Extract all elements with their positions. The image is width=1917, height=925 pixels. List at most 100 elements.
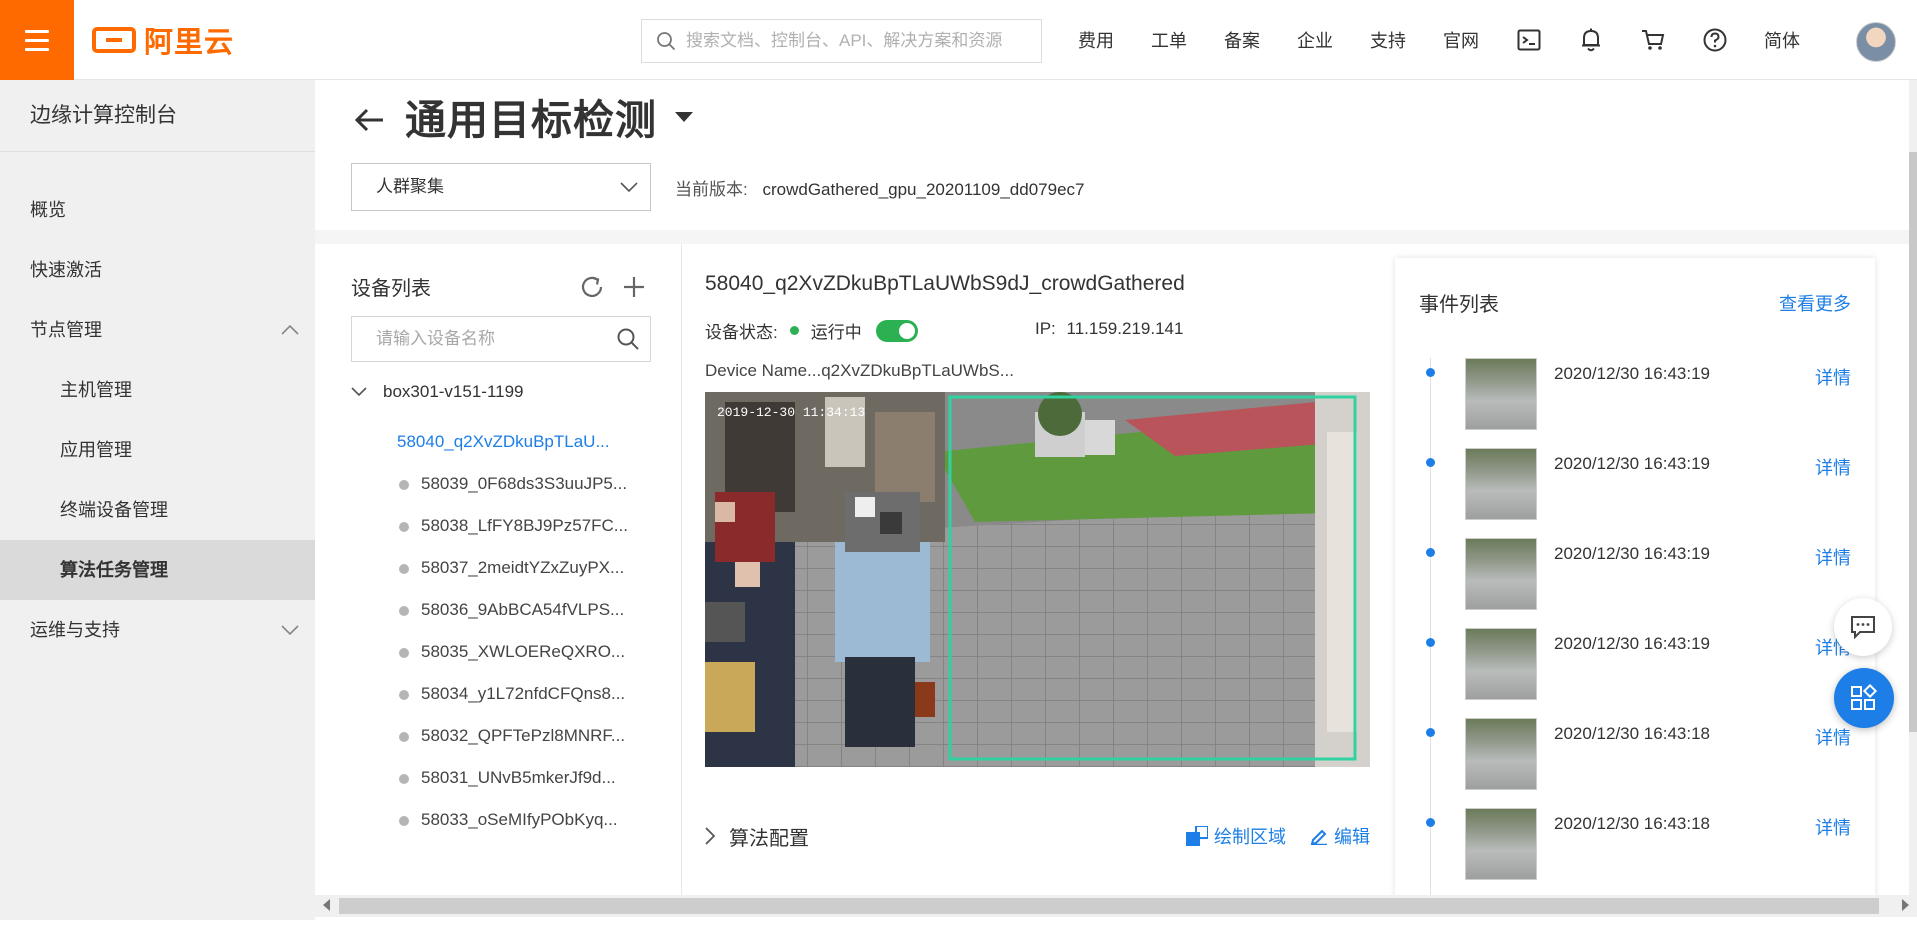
status-dot-icon bbox=[399, 564, 409, 574]
terminal-icon[interactable] bbox=[1516, 27, 1542, 53]
event-thumbnail[interactable] bbox=[1465, 808, 1537, 880]
scroll-right-arrow-icon[interactable] bbox=[1902, 899, 1909, 911]
sidebar-item-node-management[interactable]: 节点管理 bbox=[0, 300, 315, 360]
tree-item[interactable]: 58033_oSeMIfyPObKyq... bbox=[351, 799, 661, 841]
event-list-panel: 事件列表 查看更多 2020/12/30 16:43:19 详情 2020/12… bbox=[1395, 258, 1875, 895]
algorithm-config-label[interactable]: 算法配置 bbox=[729, 822, 809, 851]
back-arrow-icon[interactable] bbox=[351, 102, 387, 138]
nav-support[interactable]: 支持 bbox=[1370, 27, 1406, 53]
chevron-down-icon bbox=[281, 600, 299, 660]
event-list-title: 事件列表 bbox=[1419, 294, 1499, 316]
event-item: 2020/12/30 16:43:19 详情 bbox=[1395, 448, 1875, 520]
event-item: 2020/12/30 16:43:19 详情 bbox=[1395, 628, 1875, 700]
page-title: 通用目标检测 bbox=[405, 97, 657, 143]
global-search-input[interactable] bbox=[686, 31, 1026, 51]
status-dot-icon bbox=[399, 648, 409, 658]
status-dot-icon bbox=[789, 326, 799, 335]
global-search[interactable] bbox=[641, 19, 1042, 63]
sidebar-item-terminal-device-management[interactable]: 终端设备管理 bbox=[0, 480, 315, 540]
top-nav: 费用 工单 备案 企业 支持 官网 简体 bbox=[1078, 0, 1844, 80]
event-thumbnail[interactable] bbox=[1465, 358, 1537, 430]
status-dot-icon bbox=[399, 774, 409, 784]
horizontal-scrollbar[interactable] bbox=[315, 895, 1917, 917]
chevron-down-icon bbox=[620, 164, 638, 210]
device-run-toggle[interactable] bbox=[875, 319, 918, 342]
aliyun-logo[interactable]: 阿里云 bbox=[92, 25, 234, 59]
tree-item[interactable]: 58031_UNvB5mkerJf9d... bbox=[351, 757, 661, 799]
algorithm-config-row: 算法配置 绘制区域 编辑 bbox=[705, 816, 1370, 856]
search-icon bbox=[657, 32, 676, 51]
apps-button[interactable] bbox=[1834, 668, 1894, 728]
tree-item-selected[interactable]: 58040_q2XvZDkuBpTLaU... bbox=[351, 421, 661, 463]
event-thumbnail[interactable] bbox=[1465, 538, 1537, 610]
nav-enterprise[interactable]: 企业 bbox=[1297, 27, 1333, 53]
nav-tickets[interactable]: 工单 bbox=[1151, 27, 1187, 53]
nav-fees[interactable]: 费用 bbox=[1078, 27, 1114, 53]
event-detail-link[interactable]: 详情 bbox=[1815, 814, 1851, 840]
tree-node-box[interactable]: box301-v151-1199 bbox=[351, 382, 524, 402]
tree-item[interactable]: 58034_y1L72nfdCFQns8... bbox=[351, 673, 661, 715]
chevron-up-icon bbox=[281, 300, 299, 360]
algorithm-select[interactable]: 人群聚集 bbox=[351, 163, 651, 211]
draw-region-button[interactable]: 绘制区域 bbox=[1186, 823, 1286, 849]
cart-icon[interactable] bbox=[1640, 27, 1666, 53]
chevron-right-icon[interactable] bbox=[705, 827, 715, 845]
event-thumbnail[interactable] bbox=[1465, 448, 1537, 520]
chevron-down-icon[interactable] bbox=[351, 387, 367, 397]
sidebar-item-algorithm-task-management[interactable]: 算法任务管理 bbox=[0, 540, 315, 600]
logo-text: 阿里云 bbox=[144, 27, 235, 59]
status-dot-icon bbox=[399, 522, 409, 532]
timeline-dot-icon bbox=[1426, 548, 1435, 557]
tree-item[interactable]: 58035_XWLOEReQXRO... bbox=[351, 631, 661, 673]
scroll-left-arrow-icon[interactable] bbox=[323, 899, 330, 911]
camera-video-frame[interactable]: 2019-12-30 11:34:13 bbox=[705, 392, 1370, 767]
search-icon[interactable] bbox=[616, 327, 640, 351]
video-timestamp: 2019-12-30 11:34:13 bbox=[717, 405, 865, 420]
timeline-dot-icon bbox=[1426, 638, 1435, 647]
nav-icp[interactable]: 备案 bbox=[1224, 27, 1260, 53]
status-dot-icon bbox=[399, 816, 409, 826]
edit-button[interactable]: 编辑 bbox=[1310, 823, 1370, 849]
help-icon[interactable] bbox=[1702, 27, 1728, 53]
view-more-link[interactable]: 查看更多 bbox=[1779, 290, 1851, 316]
tree-item[interactable]: 58038_LfFY8BJ9Pz57FC... bbox=[351, 505, 661, 547]
event-detail-link[interactable]: 详情 bbox=[1815, 454, 1851, 480]
menu-button[interactable] bbox=[0, 0, 74, 80]
bell-icon[interactable] bbox=[1578, 27, 1604, 53]
event-time: 2020/12/30 16:43:19 bbox=[1554, 364, 1710, 383]
chat-button[interactable] bbox=[1834, 598, 1892, 656]
tree-item[interactable]: 58032_QPFTePzl8MNRF... bbox=[351, 715, 661, 757]
status-dot-icon bbox=[399, 606, 409, 616]
event-thumbnail[interactable] bbox=[1465, 628, 1537, 700]
user-avatar[interactable] bbox=[1856, 22, 1896, 62]
event-thumbnail[interactable] bbox=[1465, 718, 1537, 790]
sidebar-item-quick-activate[interactable]: 快速激活 bbox=[0, 240, 315, 300]
timeline-dot-icon bbox=[1426, 458, 1435, 467]
apps-grid-icon bbox=[1851, 684, 1878, 710]
device-status: 设备状态: 运行中 bbox=[705, 318, 918, 343]
device-search[interactable] bbox=[351, 316, 651, 362]
vertical-scrollbar[interactable] bbox=[1909, 80, 1917, 895]
current-version: 当前版本: crowdGathered_gpu_20201109_dd079ec… bbox=[675, 180, 1085, 199]
camera-scene-image: 2019-12-30 11:34:13 bbox=[705, 392, 1370, 767]
refresh-icon[interactable] bbox=[579, 274, 605, 300]
event-detail-link[interactable]: 详情 bbox=[1815, 724, 1851, 750]
event-detail-link[interactable]: 详情 bbox=[1815, 544, 1851, 570]
aliyun-logo-mark-icon bbox=[92, 27, 136, 53]
sidebar-item-ops-support[interactable]: 运维与支持 bbox=[0, 600, 315, 660]
tree-item[interactable]: 58036_9AbBCA54fVLPS... bbox=[351, 589, 661, 631]
add-icon[interactable] bbox=[621, 274, 647, 300]
event-detail-link[interactable]: 详情 bbox=[1815, 364, 1851, 390]
device-search-input[interactable] bbox=[376, 329, 606, 349]
tree-item[interactable]: 58037_2meidtYZxZuyPX... bbox=[351, 547, 661, 589]
sidebar-item-app-management[interactable]: 应用管理 bbox=[0, 420, 315, 480]
title-dropdown-caret-icon[interactable] bbox=[675, 112, 693, 122]
nav-official-site[interactable]: 官网 bbox=[1443, 27, 1479, 53]
tree-item[interactable]: 58039_0F68ds3S3uuJP5... bbox=[351, 463, 661, 505]
device-list-title: 设备列表 bbox=[351, 278, 431, 300]
sidebar-item-overview[interactable]: 概览 bbox=[0, 180, 315, 240]
sidebar: 边缘计算控制台 概览 快速激活 节点管理 主机管理 应用管理 终端设备管理 算法… bbox=[0, 80, 315, 920]
sidebar-item-host-management[interactable]: 主机管理 bbox=[0, 360, 315, 420]
event-item: 2020/12/30 16:43:19 详情 bbox=[1395, 538, 1875, 610]
language-switch[interactable]: 简体 bbox=[1764, 27, 1800, 53]
